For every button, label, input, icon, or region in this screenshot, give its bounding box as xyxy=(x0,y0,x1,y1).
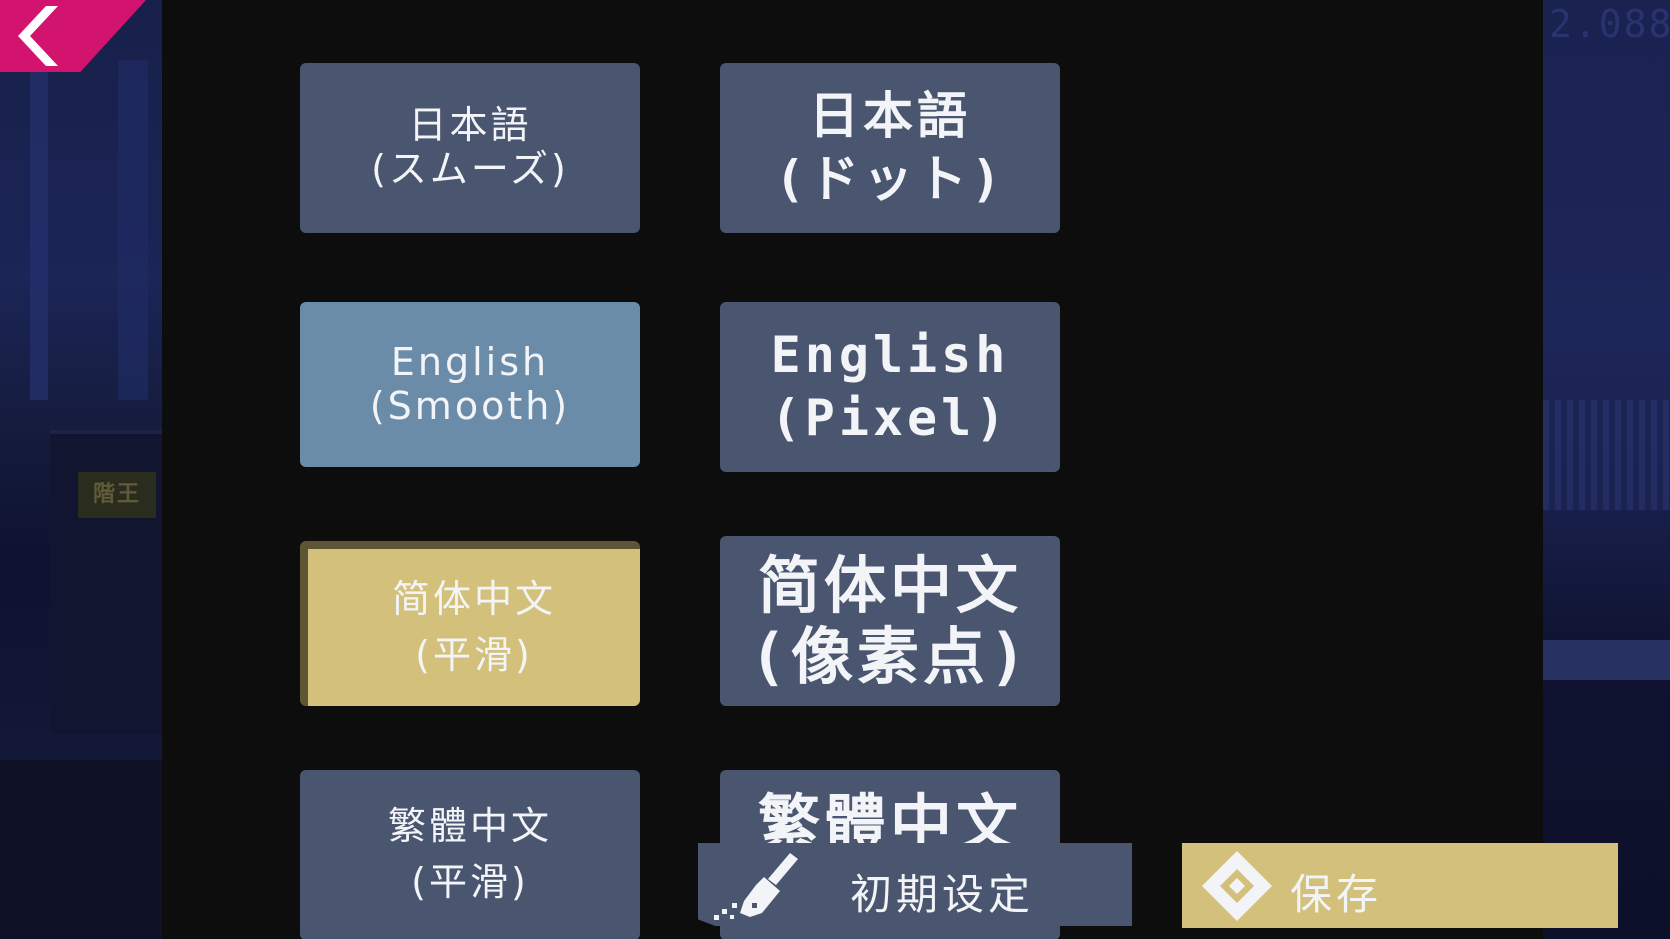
lang-label-secondary: (スムーズ) xyxy=(371,147,569,191)
background-pillar xyxy=(118,60,148,400)
background-scene-left: 階王 xyxy=(0,0,162,939)
lang-label-secondary: (Pixel) xyxy=(770,389,1010,447)
background-sign: 階王 xyxy=(78,472,156,518)
lang-label-secondary: (像素点) xyxy=(749,620,1031,693)
save-diamond-icon xyxy=(1202,851,1272,921)
lang-english-smooth-button[interactable]: English (Smooth) xyxy=(300,302,640,467)
lang-label-secondary: (ドット) xyxy=(774,150,1006,208)
save-label: 保存 xyxy=(1290,870,1383,919)
background-number: 2.0881 xyxy=(1549,2,1670,46)
background-scene-right: 2.0881 xyxy=(1543,0,1670,939)
lang-label-secondary: (Smooth) xyxy=(369,383,571,428)
reset-defaults-button[interactable]: 初期设定 xyxy=(698,843,1132,926)
lang-label-primary: 日本語 xyxy=(408,103,532,148)
lang-japanese-smooth-button[interactable]: 日本語 (スムーズ) xyxy=(300,63,640,233)
lang-label-primary: 简体中文 xyxy=(391,576,556,621)
lang-traditional-chinese-smooth-button[interactable]: 繁體中文 (平滑) xyxy=(300,770,640,939)
lang-japanese-pixel-button[interactable]: 日本語 (ドット) xyxy=(720,63,1060,233)
lang-label-secondary: (平滑) xyxy=(411,860,529,904)
lang-label-primary: English xyxy=(770,325,1010,384)
background-pillar xyxy=(30,70,48,400)
lang-label-primary: 简体中文 xyxy=(757,548,1022,622)
background-railing xyxy=(1543,400,1670,510)
save-button[interactable]: 保存 xyxy=(1182,843,1618,928)
lang-label-primary: 日本語 xyxy=(809,86,971,145)
language-settings-screen: 階王 2.0881 日本語 (スムーズ) 日本語 (ドット) English (… xyxy=(0,0,1670,939)
lang-simplified-chinese-pixel-button[interactable]: 简体中文 (像素点) xyxy=(720,536,1060,706)
broom-icon xyxy=(714,853,798,920)
lang-label-primary: English xyxy=(390,339,550,384)
lang-simplified-chinese-smooth-button[interactable]: 简体中文 (平滑) xyxy=(300,541,640,706)
reset-defaults-label: 初期设定 xyxy=(850,870,1035,919)
lang-label-secondary: (平滑) xyxy=(415,632,533,677)
lang-english-pixel-button[interactable]: English (Pixel) xyxy=(720,302,1060,472)
lang-label-primary: 繁體中文 xyxy=(387,804,552,849)
back-arrow-icon xyxy=(18,6,58,66)
background-floor xyxy=(0,760,162,939)
background-ledge xyxy=(1543,640,1670,680)
